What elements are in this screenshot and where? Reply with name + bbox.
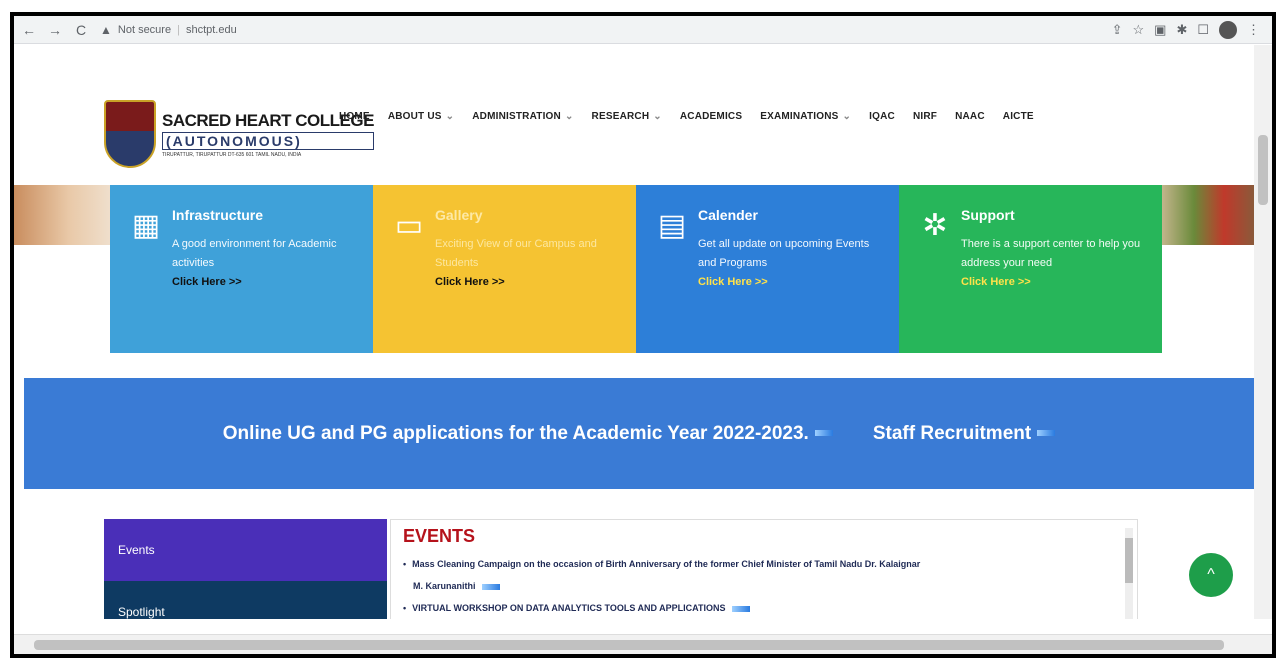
tile-link[interactable]: Click Here >> (172, 276, 373, 288)
url-text: shctpt.edu (185, 23, 237, 36)
browser-toolbar: ← → C ▲ Not secure | shctpt.edu ⇪ ☆ ▣ ✱ … (14, 16, 1272, 44)
scroll-top-button[interactable]: ^ (1189, 553, 1233, 597)
vertical-scrollbar[interactable] (1254, 45, 1272, 619)
events-panel: EVENTS Mass Cleaning Campaign on the occ… (390, 519, 1138, 619)
chevron-up-icon: ^ (1207, 566, 1215, 583)
college-sub: (AUTONOMOUS) (162, 131, 374, 150)
chevron-down-icon: ⌄ (564, 111, 574, 122)
tile-desc: There is a support center to help you ad… (961, 238, 1141, 269)
tile-infrastructure[interactable]: ▦ Infrastructure A good environment for … (110, 185, 373, 353)
tile-title: Infrastructure (172, 207, 264, 223)
tile-desc: Exciting View of our Campus and Students (435, 238, 597, 269)
image-icon: ▭ (394, 208, 424, 242)
tab-events[interactable]: Events (104, 519, 387, 581)
forward-icon[interactable]: → (44, 19, 66, 41)
security-label: Not secure (117, 23, 172, 36)
tile-desc: A good environment for Academic activiti… (172, 238, 337, 269)
feature-tiles: ▦ Infrastructure A good environment for … (110, 185, 1162, 353)
nav-academics[interactable]: ACADEMICS (680, 111, 742, 122)
building-icon: ▦ (131, 208, 161, 242)
chevron-down-icon: ⌄ (445, 111, 455, 122)
tile-title: Calender (698, 207, 758, 223)
calendar-icon: ▤ (657, 208, 687, 242)
screenshot-frame: ← → C ▲ Not secure | shctpt.edu ⇪ ☆ ▣ ✱ … (10, 12, 1276, 658)
star-icon[interactable]: ☆ (1132, 22, 1144, 38)
chevron-down-icon: ⌄ (653, 111, 662, 122)
announcement-banner: Online UG and PG applications for the Ac… (24, 378, 1254, 489)
nav-aicte[interactable]: AICTE (1003, 111, 1034, 122)
tile-link[interactable]: Click Here >> (698, 276, 899, 288)
college-logo[interactable]: SACRED HEART COLLEGE (AUTONOMOUS) TIRUPA… (104, 100, 374, 168)
nav-iqac[interactable]: IQAC (869, 111, 895, 122)
banner-link-applications[interactable]: Online UG and PG applications for the Ac… (223, 423, 833, 445)
extension-icon[interactable]: ▣ (1154, 22, 1166, 38)
tile-link[interactable]: Click Here >> (435, 276, 636, 288)
address-separator: | (177, 23, 180, 36)
address-bar[interactable]: ▲ Not secure | shctpt.edu (100, 23, 237, 37)
web-page: SACRED HEART COLLEGE (AUTONOMOUS) TIRUPA… (14, 45, 1254, 619)
new-badge-icon (1037, 430, 1056, 437)
horizontal-scrollbar[interactable] (14, 634, 1272, 654)
main-nav: HOME ABOUT US ⌄ ADMINISTRATION ⌄ RESEARCH ⌄… (339, 111, 1034, 122)
puzzle-icon[interactable]: ✱ (1176, 22, 1187, 38)
nav-administration[interactable]: ADMINISTRATION ⌄ (472, 111, 573, 122)
toolbar-actions: ⇪ ☆ ▣ ✱ ☐ ⋮ (1112, 20, 1260, 39)
warning-icon: ▲ (100, 22, 112, 37)
events-scrollbar[interactable] (1125, 528, 1133, 619)
hero-image-left (14, 185, 124, 245)
college-address: TIRUPATTUR, TIRUPATTUR DT-635 601 TAMIL … (162, 151, 302, 158)
profile-icon[interactable] (1219, 20, 1237, 39)
tile-gallery[interactable]: ▭ Gallery Exciting View of our Campus an… (373, 185, 636, 353)
network-icon: ✲ (922, 208, 948, 242)
events-list: Mass Cleaning Campaign on the occasion o… (403, 553, 1125, 619)
list-item[interactable]: VIRTUAL WORKSHOP ON DATA ANALYTICS TOOLS… (403, 597, 1125, 619)
chevron-down-icon: ⌄ (842, 111, 852, 122)
new-badge-icon (481, 583, 500, 590)
nav-examinations[interactable]: EXAMINATIONS ⌄ (760, 111, 851, 122)
section-tabs: Events Spotlight (104, 519, 387, 619)
share-icon[interactable]: ⇪ (1112, 22, 1123, 38)
tile-desc: Get all update on upcoming Events and Pr… (698, 238, 870, 269)
events-heading: EVENTS (403, 526, 476, 546)
list-item[interactable]: Mass Cleaning Campaign on the occasion o… (403, 553, 1125, 597)
nav-about-us[interactable]: ABOUT US ⌄ (388, 111, 454, 122)
reload-icon[interactable]: C (70, 19, 92, 41)
tile-calender[interactable]: ▤ Calender Get all update on upcoming Ev… (636, 185, 899, 353)
menu-icon[interactable]: ⋮ (1247, 22, 1260, 38)
nav-naac[interactable]: NAAC (955, 111, 985, 122)
tile-title: Gallery (435, 207, 483, 223)
tile-title: Support (961, 207, 1015, 223)
window-icon[interactable]: ☐ (1197, 22, 1209, 38)
tile-support[interactable]: ✲ Support There is a support center to h… (899, 185, 1162, 353)
tab-spotlight[interactable]: Spotlight (104, 581, 387, 619)
crest-icon (104, 100, 156, 168)
tile-link[interactable]: Click Here >> (961, 276, 1162, 288)
back-icon[interactable]: ← (18, 19, 40, 41)
new-badge-icon (731, 605, 750, 612)
nav-nirf[interactable]: NIRF (913, 111, 937, 122)
new-badge-icon (814, 430, 833, 437)
nav-home[interactable]: HOME (339, 111, 370, 122)
hero-image-right (1154, 185, 1254, 245)
nav-research[interactable]: RESEARCH ⌄ (592, 111, 662, 122)
banner-link-recruitment[interactable]: Staff Recruitment (873, 423, 1056, 445)
